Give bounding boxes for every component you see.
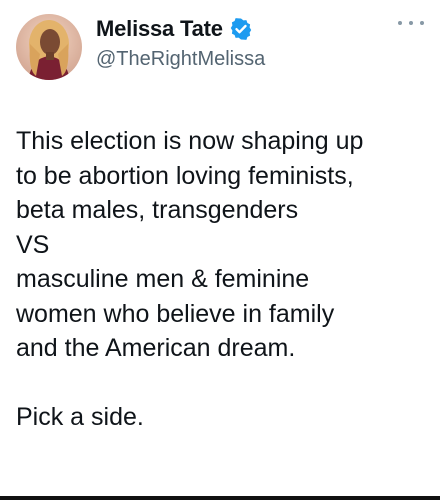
- tweet-line: masculine men & feminine: [16, 265, 310, 293]
- more-dots-icon[interactable]: [398, 18, 424, 28]
- dot: [409, 21, 413, 25]
- avatar[interactable]: [16, 14, 82, 80]
- verified-badge-icon: [229, 17, 253, 41]
- tweet-card: Melissa Tate @TheRightMelissa This elect…: [0, 0, 440, 500]
- tweet-line: VS: [16, 230, 50, 259]
- author-handle[interactable]: @TheRightMelissa: [96, 48, 265, 71]
- tweet-line: beta males, transgenders: [16, 196, 299, 224]
- bottom-divider: [0, 496, 440, 500]
- tweet-text: This election is now shaping up to be ab…: [16, 124, 426, 435]
- dot: [398, 21, 402, 25]
- tweet-closing-line: Pick a side.: [16, 403, 144, 431]
- dot: [420, 21, 424, 25]
- tweet-line: to be abortion loving feminists,: [16, 161, 354, 190]
- tweet-line: and the American dream.: [16, 334, 296, 362]
- tweet-line: women who believe in family: [16, 299, 335, 328]
- display-name[interactable]: Melissa Tate: [96, 16, 223, 42]
- tweet-line: This election is now shaping up: [16, 127, 364, 155]
- author-name-row: Melissa Tate: [96, 14, 253, 44]
- profile-photo-icon: [16, 14, 82, 80]
